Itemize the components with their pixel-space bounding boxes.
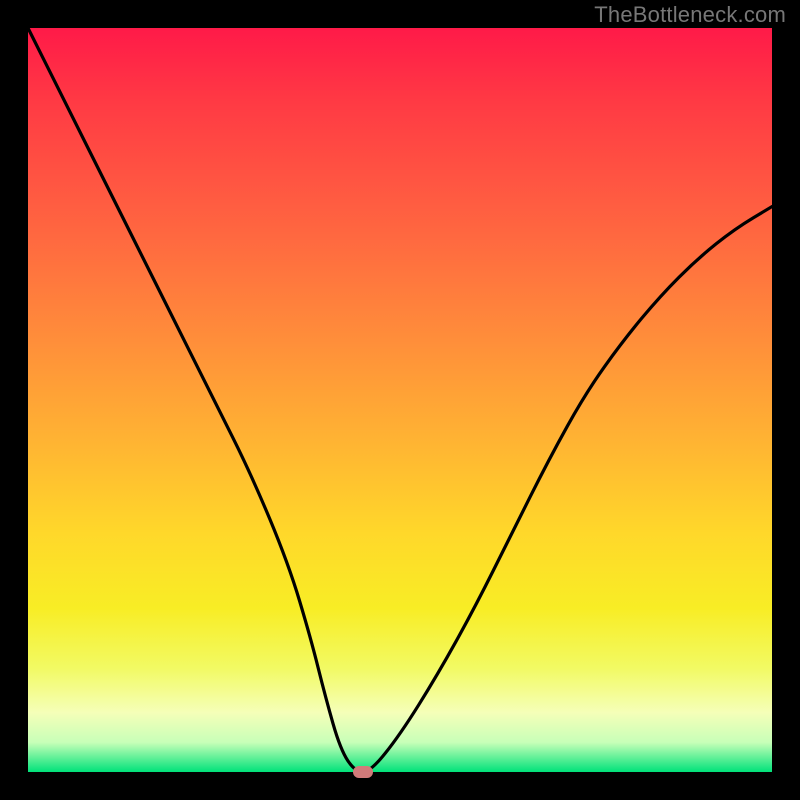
- plot-area: [28, 28, 772, 772]
- optimum-marker: [353, 766, 373, 778]
- bottleneck-curve: [28, 28, 772, 772]
- chart-frame: TheBottleneck.com: [0, 0, 800, 800]
- attribution-label: TheBottleneck.com: [594, 2, 786, 28]
